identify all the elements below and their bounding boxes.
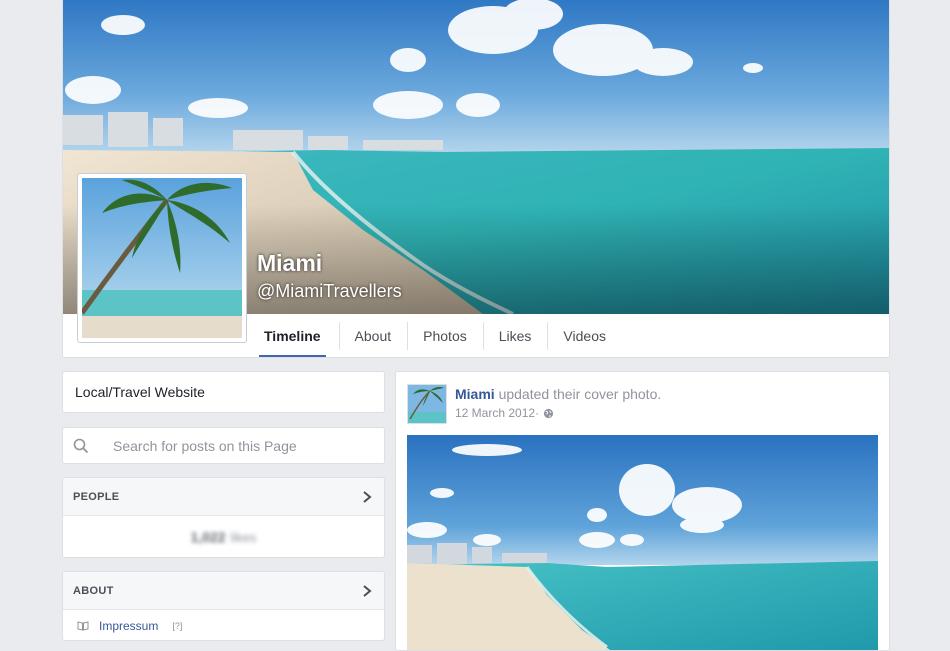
page-category-label: Local/Travel Website (75, 384, 205, 400)
likes-label: likes (230, 530, 257, 545)
tab-about[interactable]: About (338, 314, 408, 357)
help-link[interactable]: [?] (172, 621, 182, 631)
book-icon (77, 621, 89, 631)
search-input[interactable]: Search for posts on this Page (113, 438, 297, 454)
palm-tree-thumbnail (408, 385, 446, 423)
people-heading: PEOPLE (73, 490, 120, 503)
likes-count[interactable]: 1,022 likes (63, 516, 384, 545)
post-author-avatar[interactable] (407, 384, 447, 424)
tab-photos[interactable]: Photos (407, 314, 483, 357)
people-section: PEOPLE 1,022 likes (62, 477, 385, 558)
post-action-text: updated their cover photo. (494, 386, 662, 402)
tab-likes[interactable]: Likes (482, 314, 548, 357)
chevron-right-icon[interactable] (360, 490, 374, 504)
page-username[interactable]: @MiamiTravellers (257, 281, 402, 302)
about-header[interactable]: ABOUT (63, 572, 384, 610)
post-header: Miami updated their cover photo. (455, 386, 661, 402)
page-tabs: Timeline About Photos Likes Videos (259, 314, 622, 357)
impressum-row: Impressum [?] (63, 610, 384, 633)
chevron-right-icon[interactable] (360, 584, 374, 598)
page-title[interactable]: Miami (257, 250, 322, 277)
tab-videos[interactable]: Videos (547, 314, 622, 357)
beach-photo-image (407, 435, 878, 650)
post-meta: 12 March 2012 · (455, 406, 554, 420)
profile-picture[interactable] (77, 173, 247, 343)
palm-tree-image (82, 178, 242, 338)
about-heading: ABOUT (73, 584, 114, 597)
page-search[interactable]: Search for posts on this Page (62, 427, 385, 464)
post-timestamp[interactable]: 12 March 2012 (455, 406, 535, 420)
search-icon (73, 438, 89, 453)
globe-icon[interactable] (543, 408, 554, 419)
post-photo[interactable] (407, 435, 878, 650)
tab-timeline[interactable]: Timeline (259, 314, 326, 357)
page-category: Local/Travel Website (62, 371, 385, 413)
post-author-link[interactable]: Miami (455, 386, 495, 402)
post-card: Miami updated their cover photo. 12 Marc… (395, 371, 890, 651)
meta-separator: · (535, 406, 540, 420)
people-header[interactable]: PEOPLE (63, 478, 384, 516)
likes-number: 1,022 (190, 529, 226, 545)
